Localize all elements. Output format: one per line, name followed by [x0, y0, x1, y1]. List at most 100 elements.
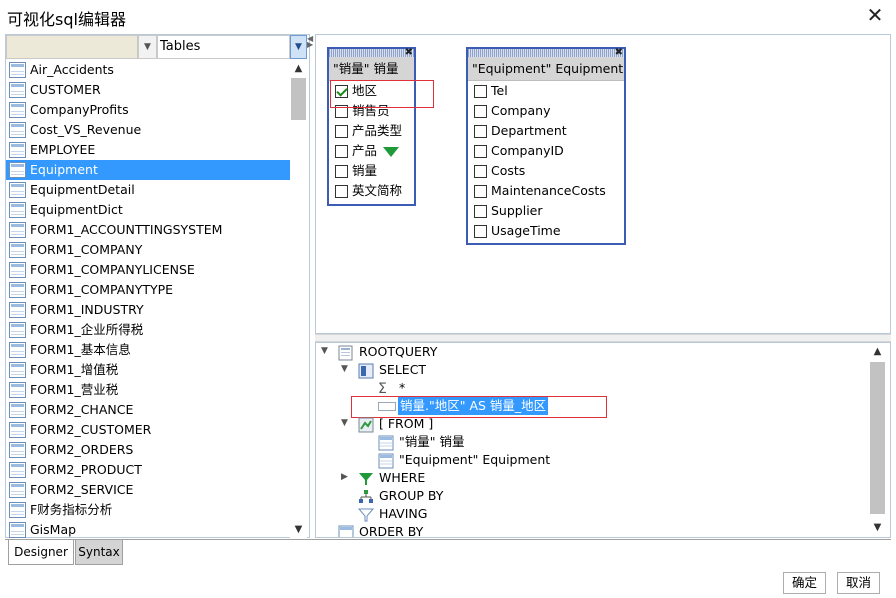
- close-icon[interactable]: ✕: [864, 2, 886, 28]
- scroll-down-icon[interactable]: ▼: [290, 521, 307, 538]
- field-checkbox[interactable]: [335, 185, 348, 198]
- tree-group-by[interactable]: GROUP BY: [379, 487, 443, 505]
- table-icon: [9, 322, 26, 338]
- expand-arrow-icon[interactable]: ▼: [321, 346, 328, 356]
- table-list-item[interactable]: Air_Accidents: [6, 60, 290, 80]
- field-row[interactable]: Tel: [468, 81, 624, 101]
- expand-arrow-icon[interactable]: ▼: [341, 418, 348, 428]
- field-checkbox[interactable]: [474, 205, 487, 218]
- table-list-item[interactable]: EquipmentDetail: [6, 180, 290, 200]
- field-row[interactable]: Costs: [468, 161, 624, 181]
- from-icon: [358, 417, 374, 433]
- pane-splitter[interactable]: [315, 334, 891, 342]
- group-by-icon: [358, 489, 374, 505]
- database-combo[interactable]: [6, 35, 138, 59]
- table-box-sales[interactable]: ✖ "销量" 销量 地区 销售员 产品类型 产品 销量 英文简称: [327, 47, 416, 206]
- tree-select[interactable]: SELECT: [379, 361, 426, 379]
- tree-from-table[interactable]: "销量" 销量: [399, 433, 464, 451]
- field-checkbox[interactable]: [474, 225, 487, 238]
- tree-from-table[interactable]: "Equipment" Equipment: [399, 451, 550, 469]
- object-type-combo[interactable]: Tables: [157, 35, 290, 59]
- chevron-down-icon[interactable]: ▼: [138, 35, 157, 59]
- scrollbar-thumb[interactable]: [870, 362, 885, 514]
- table-list-item[interactable]: CUSTOMER: [6, 80, 290, 100]
- field-checkbox[interactable]: [474, 85, 487, 98]
- table-list-item[interactable]: FORM1_营业税: [6, 380, 290, 400]
- table-list-item[interactable]: Cost_VS_Revenue: [6, 120, 290, 140]
- table-list-item[interactable]: FORM1_增值税: [6, 360, 290, 380]
- expand-arrow-icon[interactable]: ▶: [341, 472, 348, 482]
- tree-having[interactable]: HAVING: [379, 505, 427, 523]
- table-list-item[interactable]: FORM1_COMPANY: [6, 240, 290, 260]
- drag-handle[interactable]: ✖: [329, 48, 414, 58]
- table-list-item[interactable]: FORM1_ACCOUNTTINGSYSTEM: [6, 220, 290, 240]
- highlight-box: [330, 80, 434, 108]
- field-row[interactable]: CompanyID: [468, 141, 624, 161]
- table-list-item[interactable]: FORM1_INDUSTRY: [6, 300, 290, 320]
- table-list-item[interactable]: FORM2_ORDERS: [6, 440, 290, 460]
- field-row[interactable]: Company: [468, 101, 624, 121]
- field-checkbox[interactable]: [335, 145, 348, 158]
- close-icon[interactable]: ✖: [615, 48, 623, 58]
- table-list-item[interactable]: GisMap: [6, 520, 290, 538]
- chevron-down-icon[interactable]: ▼: [290, 35, 307, 59]
- field-checkbox[interactable]: [474, 145, 487, 158]
- field-row[interactable]: UsageTime: [468, 221, 624, 241]
- table-icon: [9, 82, 26, 98]
- tree-order-by[interactable]: ORDER BY: [359, 523, 423, 537]
- field-checkbox[interactable]: [474, 105, 487, 118]
- tree-from[interactable]: [ FROM ]: [379, 415, 433, 433]
- select-icon: [358, 363, 374, 379]
- table-list-item[interactable]: Equipment: [6, 160, 290, 180]
- field-checkbox[interactable]: [474, 185, 487, 198]
- tab-syntax[interactable]: Syntax: [75, 540, 123, 565]
- field-row[interactable]: MaintenanceCosts: [468, 181, 624, 201]
- order-by-icon: [338, 525, 354, 537]
- table-list-item[interactable]: EMPLOYEE: [6, 140, 290, 160]
- table-list-item[interactable]: FORM2_CHANCE: [6, 400, 290, 420]
- field-row[interactable]: Department: [468, 121, 624, 141]
- field-row[interactable]: 产品: [329, 141, 414, 161]
- field-row[interactable]: 产品类型: [329, 121, 414, 141]
- tree-root[interactable]: ROOTQUERY: [359, 343, 437, 361]
- scroll-up-icon[interactable]: ▲: [290, 60, 307, 77]
- tree-where[interactable]: WHERE: [379, 469, 425, 487]
- scroll-up-icon[interactable]: ▲: [869, 343, 886, 360]
- field-checkbox[interactable]: [335, 125, 348, 138]
- table-name: FORM2_CHANCE: [30, 402, 134, 417]
- table-list-item[interactable]: EquipmentDict: [6, 200, 290, 220]
- ok-button[interactable]: 确定: [783, 572, 826, 594]
- table-name: FORM1_基本信息: [30, 342, 131, 357]
- tree-select-star[interactable]: *: [399, 379, 405, 397]
- table-list-item[interactable]: FORM2_PRODUCT: [6, 460, 290, 480]
- table-list-item[interactable]: FORM1_COMPANYTYPE: [6, 280, 290, 300]
- field-row[interactable]: 英文简称: [329, 181, 414, 201]
- scrollbar-thumb[interactable]: [291, 78, 306, 120]
- table-list-item[interactable]: FORM2_SERVICE: [6, 480, 290, 500]
- field-checkbox[interactable]: [335, 165, 348, 178]
- cancel-button[interactable]: 取消: [837, 572, 880, 594]
- close-icon[interactable]: ✖: [405, 48, 413, 58]
- collapse-arrows-icon[interactable]: ◀ ▶: [307, 35, 315, 49]
- table-list-item[interactable]: FORM1_COMPANYLICENSE: [6, 260, 290, 280]
- field-row[interactable]: 销量: [329, 161, 414, 181]
- expand-arrow-icon[interactable]: ▼: [341, 364, 348, 374]
- table-list-item[interactable]: F财务指标分析: [6, 500, 290, 520]
- table-box-equipment[interactable]: ✖ "Equipment" Equipment Tel Company Depart…: [466, 47, 626, 245]
- table-name: FORM1_ACCOUNTTINGSYSTEM: [30, 222, 223, 237]
- table-list-scrollbar[interactable]: ▲ ▼: [290, 60, 307, 538]
- table-list-item[interactable]: CompanyProfits: [6, 100, 290, 120]
- drag-handle[interactable]: ✖: [468, 48, 624, 58]
- table-icon: [9, 502, 26, 518]
- tab-designer[interactable]: Designer: [8, 540, 74, 565]
- table-name: CompanyProfits: [30, 102, 129, 117]
- scroll-down-icon[interactable]: ▼: [869, 519, 886, 536]
- table-list-item[interactable]: FORM2_CUSTOMER: [6, 420, 290, 440]
- table-name: FORM1_COMPANY: [30, 242, 143, 257]
- field-row[interactable]: Supplier: [468, 201, 624, 221]
- table-list-item[interactable]: FORM1_基本信息: [6, 340, 290, 360]
- table-list-item[interactable]: FORM1_企业所得税: [6, 320, 290, 340]
- filter-icon: [383, 146, 400, 157]
- field-checkbox[interactable]: [474, 125, 487, 138]
- field-checkbox[interactable]: [474, 165, 487, 178]
